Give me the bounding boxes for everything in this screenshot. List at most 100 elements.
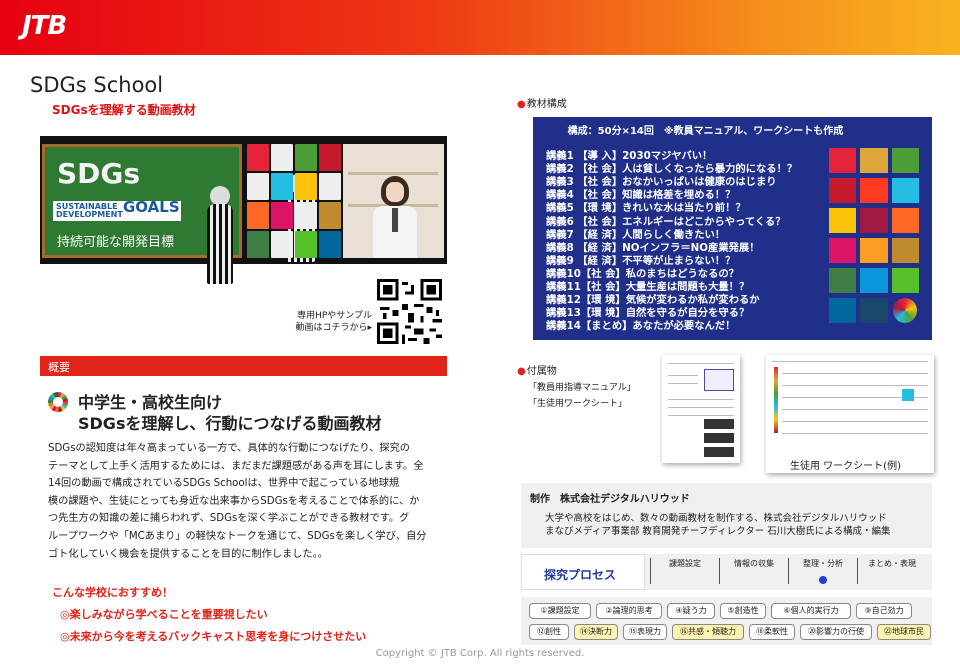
producer-box: 制作 株式会社デジタルハリウッド 大学や高校をはじめ、数々の動画教材を制作する、… [521, 483, 932, 548]
body-line: テーマとして上手く活用するためには、まだまだ課題感がある声を耳にします。全 [48, 460, 424, 472]
skill-chip: ⑯共感・傾聴力 [672, 624, 744, 640]
sdg-goal-icon [860, 238, 888, 263]
sdg-goal-icon [891, 238, 919, 263]
sdg-tile [295, 173, 317, 200]
producer-title: 制作 株式会社デジタルハリウッド [530, 494, 690, 505]
recommend-item: ◎楽しみながら学べることを重要視したい [60, 608, 268, 621]
qr-code-icon[interactable] [377, 279, 442, 344]
presenter-tie [392, 208, 398, 232]
sdg-tile [319, 173, 341, 200]
producer-line: まなびメディア事業部 教育開発チーフディレクター 石川大樹氏による構成・編集 [545, 526, 891, 537]
stage-divider [788, 558, 789, 584]
presenter-face [386, 182, 404, 202]
stage-divider [650, 558, 651, 584]
sdg-goal-icon [829, 178, 857, 203]
badge-small-text: SUSTAINABLE DEVELOPMENT [56, 202, 123, 219]
sdg-goal-icon [860, 178, 888, 203]
recommend-item: ◎未来から今を考えるバックキャスト思考を身につけさせたい [60, 630, 367, 643]
sdg-tile [271, 202, 293, 229]
sdg-goal-icon [829, 208, 857, 233]
stage-divider [857, 558, 858, 584]
body-line: ループワークや「MCあまり」の軽快なトークを通じて、SDGsを楽しく学び、自分 [48, 530, 427, 542]
sdg-goal-icon [891, 208, 919, 233]
sdg-tile [271, 173, 293, 200]
body-line: つ先生方の知識の差に捕らわれず、SDGsを深く学ぶことができる教材です。グ [48, 513, 410, 525]
board-caption: 持続可能な開発目標 [57, 235, 175, 250]
worksheet-thumbnail[interactable] [766, 355, 934, 473]
sdg-tile [295, 202, 317, 229]
qr-caption-line: 専用HPやサンプル [297, 311, 372, 321]
process-label-box: 探究プロセス [521, 554, 645, 590]
sdg-goal-icon [829, 148, 857, 173]
sdg-tile [271, 231, 293, 258]
active-stage-dot [819, 576, 827, 584]
process-label: 探究プロセス [544, 568, 617, 582]
curriculum-title: 構成：50分×14回 ※教員マニュアル、ワークシートも作成 [567, 126, 844, 137]
body-line: 模の課題や、生徒にとっても身近な出来事からSDGsを考えることで体系的に、か [48, 495, 420, 507]
sdg-tile [319, 231, 341, 258]
body-line: 14回の動画で構成されているSDGs Schoolは、世界中で起こっている地球規 [48, 478, 400, 490]
page-subtitle: SDGsを理解する動画教材 [52, 103, 196, 117]
skills-panel: ①課題設定 ②論理的思考 ④疑う力 ⑤創造性 ⑥個人的実行力 ⑨自己効力 ⑫創性 ⑭決断力 ⑮表… [521, 597, 932, 645]
skill-chip: ⑳影響力の行使 [800, 624, 872, 640]
sdg-tile [295, 144, 317, 171]
mc-character-head [210, 186, 230, 206]
board-title: SDGs [57, 157, 141, 190]
skill-chip: ⑱柔軟性 [749, 624, 795, 640]
page-title: SDGs School [30, 73, 164, 97]
sdgs-goals-badge: SUSTAINABLE DEVELOPMENT GOALS [53, 198, 181, 221]
sdg-goal-icon [860, 268, 888, 293]
recommend-heading: こんな学校におすすめ！ [52, 586, 173, 599]
curriculum-panel: 構成：50分×14回 ※教員マニュアル、ワークシートも作成 講義1 【導 入】2… [533, 117, 932, 340]
sdg-icon-grid [829, 148, 919, 334]
sdg-goal-icon [891, 178, 919, 203]
qr-caption-line: 動画はコチラから▸ [295, 323, 372, 333]
qr-caption: 専用HPやサンプル 動画はコチラから▸ [282, 310, 372, 334]
sdg-goal-icon [891, 148, 919, 173]
skill-chip: ②論理的思考 [596, 603, 662, 619]
jtb-logo[interactable]: JTB [22, 11, 67, 41]
sdg-goal-icon [829, 238, 857, 263]
studio-background [343, 144, 444, 258]
skill-chip: ⑨自己効力 [856, 603, 912, 619]
heading-line: 中学生・高校生向け [78, 393, 223, 412]
mc-character [207, 204, 233, 284]
sdg-goal-icon [860, 208, 888, 233]
skill-chip: ⑭決断力 [574, 624, 618, 640]
sdg-tile [247, 173, 269, 200]
sdg-goal-icon [893, 298, 918, 323]
lesson-item: 講義14【まとめ】あなたが必要なんだ！ [546, 320, 736, 333]
skill-chip: ⑥個人的実行力 [771, 603, 851, 619]
sdgs-wheel-icon [48, 392, 68, 412]
sdg-goal-icon [891, 268, 919, 293]
process-stage: 整理・分析 [803, 559, 843, 568]
sdg-tile [271, 144, 293, 171]
sdg-goal-icon [829, 268, 857, 293]
sdg-goal-icon [860, 148, 888, 173]
sdg-goal-icon [860, 298, 888, 323]
overview-section-bar: 概要 [40, 356, 447, 376]
teacher-manual-thumbnail[interactable] [662, 355, 740, 463]
overview-body: SDGsの認知度は年々高まっている一方で、具体的な行動につなげたり、探究の テー… [48, 440, 444, 563]
video-thumbnail[interactable]: SDGs SUSTAINABLE DEVELOPMENT GOALS 持続可能な… [40, 136, 447, 284]
sdg-tile [319, 202, 341, 229]
copyright: Copyright © JTB Corp. All rights reserve… [375, 648, 585, 659]
curriculum-label: 教材構成 [517, 95, 567, 110]
overview-heading: 中学生・高校生向け SDGsを理解し、行動につなげる動画教材 [78, 392, 381, 434]
body-line: SDGsの認知度は年々高まっている一方で、具体的な行動につなげたり、探究の [48, 443, 410, 454]
inquiry-process: 探究プロセス 課題設定 情報の収集 整理・分析 まとめ・表現 [521, 554, 932, 590]
sdg-tile [319, 144, 341, 171]
producer-line: 大学や高校をはじめ、数々の動画教材を制作する、株式会社デジタルハリウッド [545, 513, 887, 524]
badge-goals-text: GOALS [123, 198, 180, 216]
overview-label: 概要 [48, 361, 70, 374]
body-line: ゴト化していく機会を提供することを目的に制作しました。。 [48, 548, 328, 560]
worksheet-caption: 生徒用 ワークシート(例) [790, 461, 901, 472]
shelf [348, 172, 438, 175]
process-stage: まとめ・表現 [868, 559, 916, 568]
sdg-tile-wall [247, 144, 341, 258]
process-stage: 情報の収集 [734, 559, 774, 568]
skill-chip: ⑫創性 [529, 624, 569, 640]
skill-chip: ⑤創造性 [720, 603, 766, 619]
attachment-item: 「教員用指導マニュアル」 [528, 383, 636, 393]
sdg-goal-icon [829, 298, 857, 323]
